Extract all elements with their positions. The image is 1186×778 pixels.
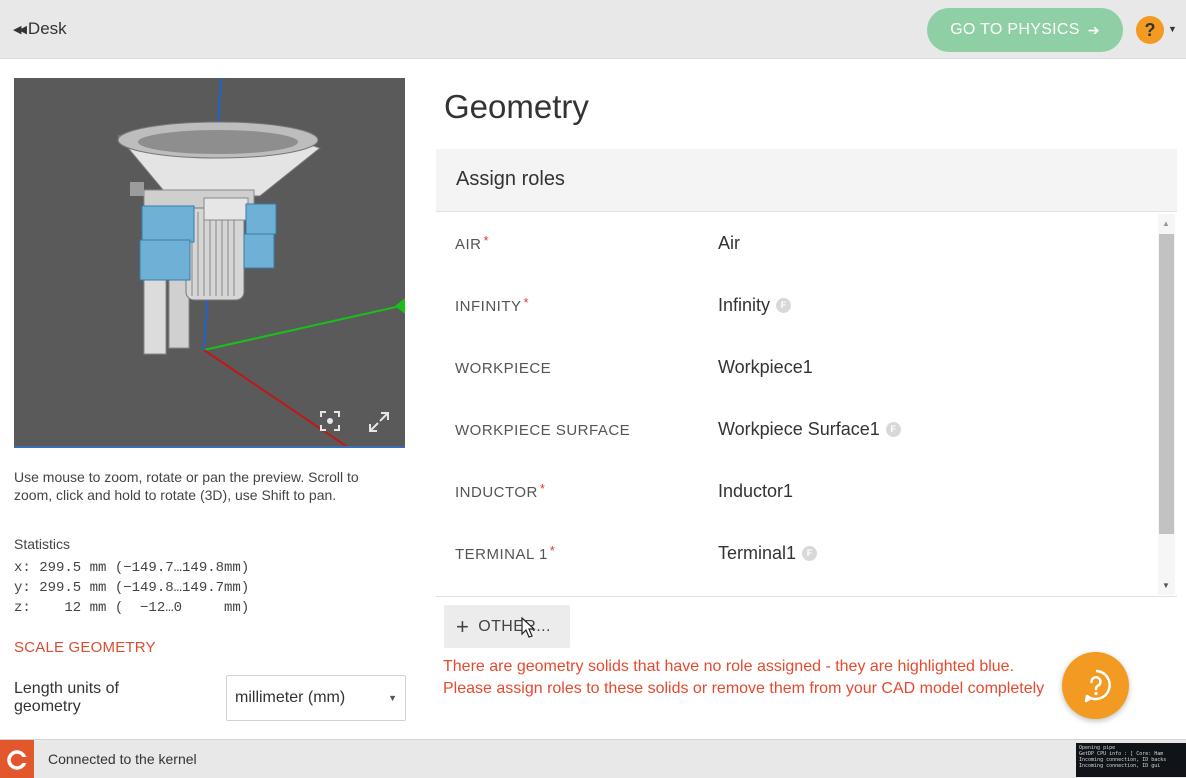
role-row-workpiece[interactable]: WORKPIECE Workpiece1 <box>436 336 1156 398</box>
go-to-physics-label: GO TO PHYSICS <box>950 21 1080 38</box>
focus-icon[interactable] <box>319 410 341 438</box>
role-value: Workpiece Surface1 F <box>718 419 901 440</box>
preview-hint-text: Use mouse to zoom, rotate or pan the pre… <box>14 469 359 503</box>
scroll-up-icon[interactable]: ▲ <box>1162 219 1170 228</box>
unassigned-solids-warning: There are geometry solids that have no r… <box>443 658 1045 697</box>
double-arrow-left-icon: ◀◀ <box>13 23 27 36</box>
role-value: Inductor1 <box>718 481 794 501</box>
back-to-desk-link[interactable]: ◀◀ Desk <box>13 19 67 39</box>
role-value: Workpiece1 <box>718 357 813 377</box>
floating-help-button[interactable] <box>1062 652 1129 719</box>
assign-roles-header: Assign roles <box>436 149 1177 212</box>
role-value: Air <box>718 233 740 253</box>
required-marker: * <box>483 233 490 248</box>
scroll-down-icon[interactable]: ▼ <box>1162 581 1170 590</box>
help-bubble-icon <box>1084 669 1111 702</box>
scale-geometry-link[interactable]: SCALE GEOMETRY <box>14 639 156 656</box>
mouse-cursor-icon <box>521 617 536 638</box>
role-row-air[interactable]: AIR * Air <box>436 212 1156 274</box>
statistics-x: x: 299.5 mm (−149.7…149.8mm) <box>14 560 250 576</box>
status-bar: Connected to the kernel Opening pipe Get… <box>0 739 1186 778</box>
help-menu-button[interactable]: ? <box>1136 16 1164 44</box>
kernel-connection-status: Connected to the kernel <box>48 751 197 767</box>
arrow-right-icon: ➔ <box>1087 21 1100 38</box>
scrollbar-thumb[interactable] <box>1159 234 1174 534</box>
role-name: WORKPIECE <box>455 360 552 377</box>
expand-icon[interactable] <box>367 410 391 440</box>
assign-roles-card: Assign roles AIR * Air INFINITY * Infinity… <box>436 149 1177 597</box>
top-bar: ◀◀ Desk GO TO PHYSICS ➔ ? ▼ <box>0 0 1186 59</box>
chevron-down-icon: ▼ <box>388 693 397 703</box>
roles-scrollbar[interactable]: ▲ ▼ <box>1158 214 1175 595</box>
role-name: INDUCTOR * <box>455 481 546 501</box>
help-caret-icon[interactable]: ▼ <box>1168 24 1177 34</box>
length-units-value: millimeter (mm) <box>235 689 346 706</box>
required-marker: * <box>539 481 546 496</box>
app-logo-icon <box>0 740 34 778</box>
go-to-physics-button[interactable]: GO TO PHYSICS ➔ <box>927 8 1123 52</box>
role-row-workpiece-surface[interactable]: WORKPIECE SURFACE Workpiece Surface1 F <box>436 398 1156 460</box>
length-units-label: Length units of geometry <box>14 680 119 715</box>
page-title: Geometry <box>444 88 589 125</box>
role-name: INFINITY * <box>455 295 530 315</box>
face-badge-icon: F <box>802 546 818 561</box>
role-row-infinity[interactable]: INFINITY * Infinity F <box>436 274 1156 336</box>
assign-roles-title: Assign roles <box>456 168 565 190</box>
required-marker: * <box>549 543 556 558</box>
role-value: Terminal1 F <box>718 543 818 564</box>
add-other-role-button[interactable]: + OTHER... <box>444 605 570 648</box>
statistics-y: y: 299.5 mm (−149.8…149.7mm) <box>14 580 250 596</box>
required-marker: * <box>523 295 530 310</box>
role-value: Infinity F <box>718 295 792 316</box>
role-name: AIR * <box>455 233 490 253</box>
question-mark-icon: ? <box>1144 19 1156 40</box>
role-name: TERMINAL 1 * <box>455 543 556 563</box>
face-badge-icon: F <box>885 422 901 437</box>
length-units-select[interactable]: millimeter (mm) ▼ <box>226 675 406 721</box>
statistics-title: Statistics <box>14 536 71 552</box>
geometry-preview-viewport[interactable] <box>14 78 405 448</box>
back-link-label: Desk <box>27 19 67 38</box>
plus-icon: + <box>456 613 470 639</box>
other-button-label: OTHER... <box>478 617 551 635</box>
model-3d-render <box>117 78 405 446</box>
role-name: WORKPIECE SURFACE <box>455 422 631 439</box>
face-badge-icon: F <box>776 298 792 313</box>
role-row-inductor[interactable]: INDUCTOR * Inductor1 <box>436 460 1156 522</box>
statistics-z: z: 12 mm ( −12…0 mm) <box>14 600 250 616</box>
role-row-terminal-1[interactable]: TERMINAL 1 * Terminal1 F <box>436 522 1156 584</box>
console-thumbnail[interactable]: Opening pipe GetDP CPU info : [ Core: Ha… <box>1076 743 1186 777</box>
